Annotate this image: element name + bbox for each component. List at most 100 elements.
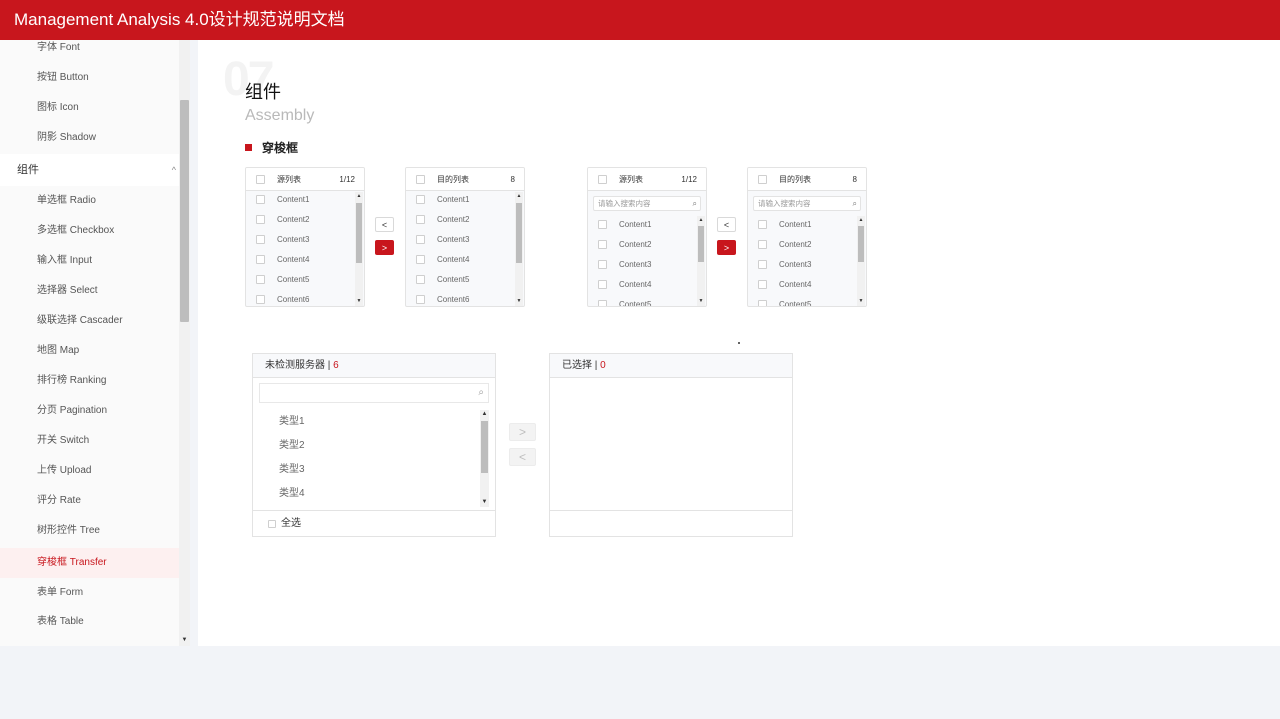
item-checkbox[interactable]: [256, 215, 265, 224]
search-input[interactable]: ⌕: [259, 383, 489, 403]
list-item[interactable]: Content6: [406, 290, 514, 306]
sidebar-scrollbar-thumb[interactable]: [180, 100, 189, 322]
search-icon[interactable]: ⌕: [853, 197, 857, 210]
scroll-up-icon[interactable]: ▲: [355, 192, 363, 200]
item-checkbox[interactable]: [416, 275, 425, 284]
item-checkbox[interactable]: [416, 255, 425, 264]
select-all-checkbox[interactable]: [268, 520, 276, 528]
sidebar-item-map[interactable]: 地图 Map: [0, 336, 179, 366]
sidebar-item-tree[interactable]: 树形控件 Tree: [0, 516, 179, 546]
sidebar-item-ranking[interactable]: 排行榜 Ranking: [0, 366, 179, 396]
move-right-button[interactable]: >: [717, 240, 736, 255]
sidebar-item-rate[interactable]: 评分 Rate: [0, 486, 179, 516]
sidebar-item-input[interactable]: 输入框 Input: [0, 246, 179, 276]
list-item[interactable]: 类型1: [279, 415, 305, 429]
select-all-checkbox[interactable]: [416, 175, 425, 184]
scroll-down-icon[interactable]: ▼: [480, 498, 489, 507]
list-scrollbar-thumb[interactable]: [698, 226, 704, 262]
scroll-up-icon[interactable]: ▲: [857, 216, 865, 224]
move-right-button[interactable]: >: [509, 423, 536, 441]
item-checkbox[interactable]: [256, 235, 265, 244]
list-item[interactable]: Content5: [246, 270, 354, 290]
list-scrollbar-thumb[interactable]: [516, 203, 522, 263]
list-item[interactable]: Content3: [246, 230, 354, 250]
item-checkbox[interactable]: [758, 260, 767, 269]
scroll-down-icon[interactable]: ▼: [697, 297, 705, 305]
list-item[interactable]: Content5: [588, 295, 696, 306]
scroll-up-icon[interactable]: ▲: [697, 216, 705, 224]
list-item[interactable]: 类型3: [279, 463, 305, 477]
sidebar-item-form[interactable]: 表单 Form: [0, 578, 179, 608]
list-item[interactable]: Content1: [406, 190, 514, 210]
list-item[interactable]: Content5: [406, 270, 514, 290]
list-item[interactable]: Content4: [588, 275, 696, 295]
sidebar-item-select[interactable]: 选择器 Select: [0, 276, 179, 306]
sidebar-item-shadow[interactable]: 阴影 Shadow: [0, 123, 179, 153]
list-item[interactable]: Content1: [748, 215, 856, 235]
sidebar-item-pagination[interactable]: 分页 Pagination: [0, 396, 179, 426]
move-left-button[interactable]: <: [509, 448, 536, 466]
move-left-button[interactable]: <: [375, 217, 394, 232]
list-item[interactable]: Content2: [246, 210, 354, 230]
move-right-button[interactable]: >: [375, 240, 394, 255]
scroll-down-icon[interactable]: ▼: [857, 297, 865, 305]
list-scrollbar-thumb[interactable]: [481, 421, 488, 473]
list-item[interactable]: 类型2: [279, 439, 305, 453]
select-all-label[interactable]: 全选: [281, 511, 301, 537]
sidebar-group-components[interactable]: 组件 ^: [0, 154, 179, 186]
item-checkbox[interactable]: [758, 300, 767, 306]
select-all-checkbox[interactable]: [598, 175, 607, 184]
list-item[interactable]: Content3: [406, 230, 514, 250]
list-item[interactable]: Content2: [406, 210, 514, 230]
item-checkbox[interactable]: [256, 255, 265, 264]
scroll-up-icon[interactable]: ▲: [480, 410, 489, 419]
list-item[interactable]: Content1: [246, 190, 354, 210]
item-checkbox[interactable]: [416, 195, 425, 204]
sidebar-item-cascader[interactable]: 级联选择 Cascader: [0, 306, 179, 336]
select-all-checkbox[interactable]: [758, 175, 767, 184]
item-checkbox[interactable]: [758, 280, 767, 289]
move-left-button[interactable]: <: [717, 217, 736, 232]
scroll-down-icon[interactable]: ▼: [355, 297, 363, 305]
list-item[interactable]: Content4: [406, 250, 514, 270]
sidebar-item-upload[interactable]: 上传 Upload: [0, 456, 179, 486]
scroll-up-icon[interactable]: ▲: [515, 192, 523, 200]
scroll-down-icon[interactable]: ▼: [179, 635, 190, 645]
item-checkbox[interactable]: [598, 280, 607, 289]
list-item[interactable]: Content6: [246, 290, 354, 306]
list-item[interactable]: Content2: [588, 235, 696, 255]
item-checkbox[interactable]: [598, 260, 607, 269]
item-checkbox[interactable]: [416, 215, 425, 224]
sidebar-item-icon[interactable]: 图标 Icon: [0, 93, 179, 123]
list-item[interactable]: Content1: [588, 215, 696, 235]
list-item[interactable]: Content3: [748, 255, 856, 275]
sidebar-item-transfer[interactable]: 穿梭框 Transfer: [0, 548, 179, 578]
list-item[interactable]: Content5: [748, 295, 856, 306]
sidebar-item-radio[interactable]: 单选框 Radio: [0, 186, 179, 216]
item-checkbox[interactable]: [598, 300, 607, 306]
item-checkbox[interactable]: [598, 240, 607, 249]
sidebar-item-table[interactable]: 表格 Table: [0, 607, 179, 637]
item-checkbox[interactable]: [256, 195, 265, 204]
list-item[interactable]: Content4: [246, 250, 354, 270]
list-item[interactable]: Content4: [748, 275, 856, 295]
sidebar-item-switch[interactable]: 开关 Switch: [0, 426, 179, 456]
search-input[interactable]: 请输入搜索内容 ⌕: [593, 196, 701, 211]
item-checkbox[interactable]: [758, 220, 767, 229]
list-item[interactable]: Content2: [748, 235, 856, 255]
item-checkbox[interactable]: [598, 220, 607, 229]
search-icon[interactable]: ⌕: [693, 197, 697, 210]
scroll-down-icon[interactable]: ▼: [515, 297, 523, 305]
list-scrollbar-thumb[interactable]: [356, 203, 362, 263]
sidebar-item-button[interactable]: 按钮 Button: [0, 63, 179, 93]
list-item[interactable]: Content3: [588, 255, 696, 275]
sidebar-item-font[interactable]: 字体 Font: [0, 40, 179, 63]
item-checkbox[interactable]: [758, 240, 767, 249]
select-all-checkbox[interactable]: [256, 175, 265, 184]
list-item[interactable]: 类型4: [279, 487, 305, 501]
item-checkbox[interactable]: [416, 295, 425, 304]
search-icon[interactable]: ⌕: [478, 387, 484, 398]
sidebar-item-checkbox[interactable]: 多选框 Checkbox: [0, 216, 179, 246]
item-checkbox[interactable]: [256, 275, 265, 284]
item-checkbox[interactable]: [256, 295, 265, 304]
